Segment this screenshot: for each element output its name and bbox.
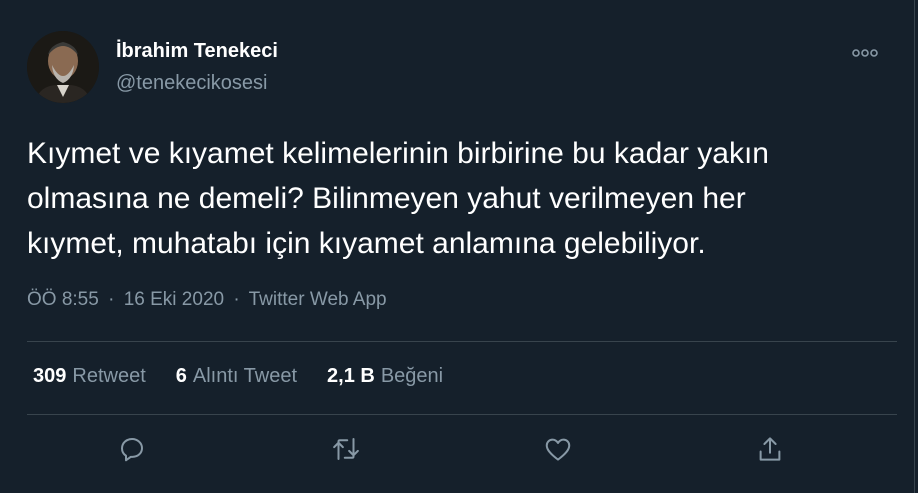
tweet-text: Kıymet ve kıyamet kelimelerinin birbirin… — [27, 131, 897, 266]
stat-label: Alıntı Tweet — [192, 365, 298, 387]
tweet-time[interactable]: ÖÖ 8:55 — [27, 289, 99, 310]
like-button[interactable] — [540, 431, 576, 467]
author-name[interactable]: İbrahim Tenekeci — [116, 40, 278, 63]
avatar[interactable] — [27, 31, 99, 103]
share-button[interactable] — [752, 431, 788, 467]
divider — [27, 414, 897, 415]
more-horizontal-icon — [852, 49, 878, 57]
stat-number: 309 — [33, 365, 67, 387]
meta-separator: · — [233, 289, 240, 310]
stat-label: Beğeni — [380, 365, 444, 387]
tweet-source[interactable]: Twitter Web App — [249, 289, 387, 310]
more-button[interactable] — [848, 40, 882, 66]
stat-number: 2,1 B — [327, 365, 375, 387]
quote-count[interactable]: 6 Alıntı Tweet — [176, 365, 297, 388]
retweet-button[interactable] — [328, 431, 364, 467]
tweet-stats: 309 Retweet 6 Alıntı Tweet 2,1 B Beğeni — [33, 365, 443, 388]
avatar-photo — [27, 31, 99, 103]
reply-icon — [121, 438, 143, 462]
tweet-card: İbrahim Tenekeci @tenekecikosesi Kıymet … — [0, 0, 915, 493]
stat-number: 6 — [175, 365, 187, 387]
share-icon — [759, 437, 781, 461]
meta-separator: · — [108, 289, 115, 310]
retweet-count[interactable]: 309 Retweet — [33, 365, 146, 388]
author-handle[interactable]: @tenekecikosesi — [116, 72, 267, 95]
tweet-text-line: Kıymet ve kıyamet kelimelerinin birbirin… — [27, 137, 769, 170]
heart-icon — [545, 438, 571, 461]
tweet-meta: ÖÖ 8:55 · 16 Eki 2020 · Twitter Web App — [27, 289, 387, 311]
retweet-icon — [333, 438, 359, 460]
reply-button[interactable] — [114, 431, 150, 467]
tweet-text-line: kıymet, muhatabı için kıyamet anlamına g… — [27, 227, 706, 260]
like-count[interactable]: 2,1 B Beğeni — [327, 365, 443, 388]
stat-label: Retweet — [72, 365, 146, 387]
divider — [27, 341, 897, 342]
tweet-text-line: olmasına ne demeli? Bilinmeyen yahut ver… — [27, 182, 746, 215]
tweet-date[interactable]: 16 Eki 2020 — [124, 289, 224, 310]
